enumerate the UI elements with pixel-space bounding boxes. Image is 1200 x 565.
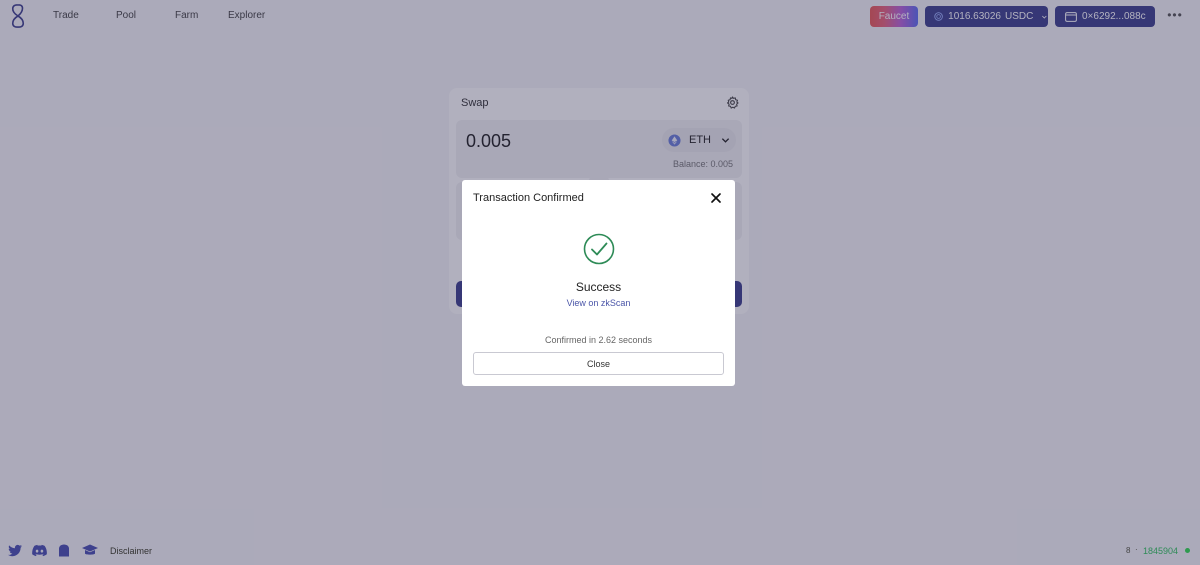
twitter-icon[interactable] (8, 544, 22, 557)
separator: · (1135, 545, 1138, 554)
block-number[interactable]: 1845904 (1143, 546, 1178, 556)
medium-icon[interactable] (58, 544, 70, 557)
close-button[interactable]: Close (473, 352, 724, 375)
success-check-icon (583, 233, 615, 265)
success-status: Success (575, 280, 622, 294)
discord-icon[interactable] (32, 544, 47, 557)
confirmation-time: Confirmed in 2.62 seconds (544, 335, 653, 345)
chain-id: 8 (1126, 546, 1131, 555)
docs-icon[interactable] (82, 544, 98, 557)
live-status-dot (1185, 548, 1190, 553)
view-on-zkscan-link[interactable]: View on zkScan (462, 298, 735, 308)
disclaimer-link[interactable]: Disclaimer (110, 546, 152, 556)
modal-title: Transaction Confirmed (473, 192, 584, 204)
close-icon[interactable] (710, 192, 722, 204)
transaction-confirmed-modal: Transaction Confirmed Success View on zk… (462, 180, 735, 386)
